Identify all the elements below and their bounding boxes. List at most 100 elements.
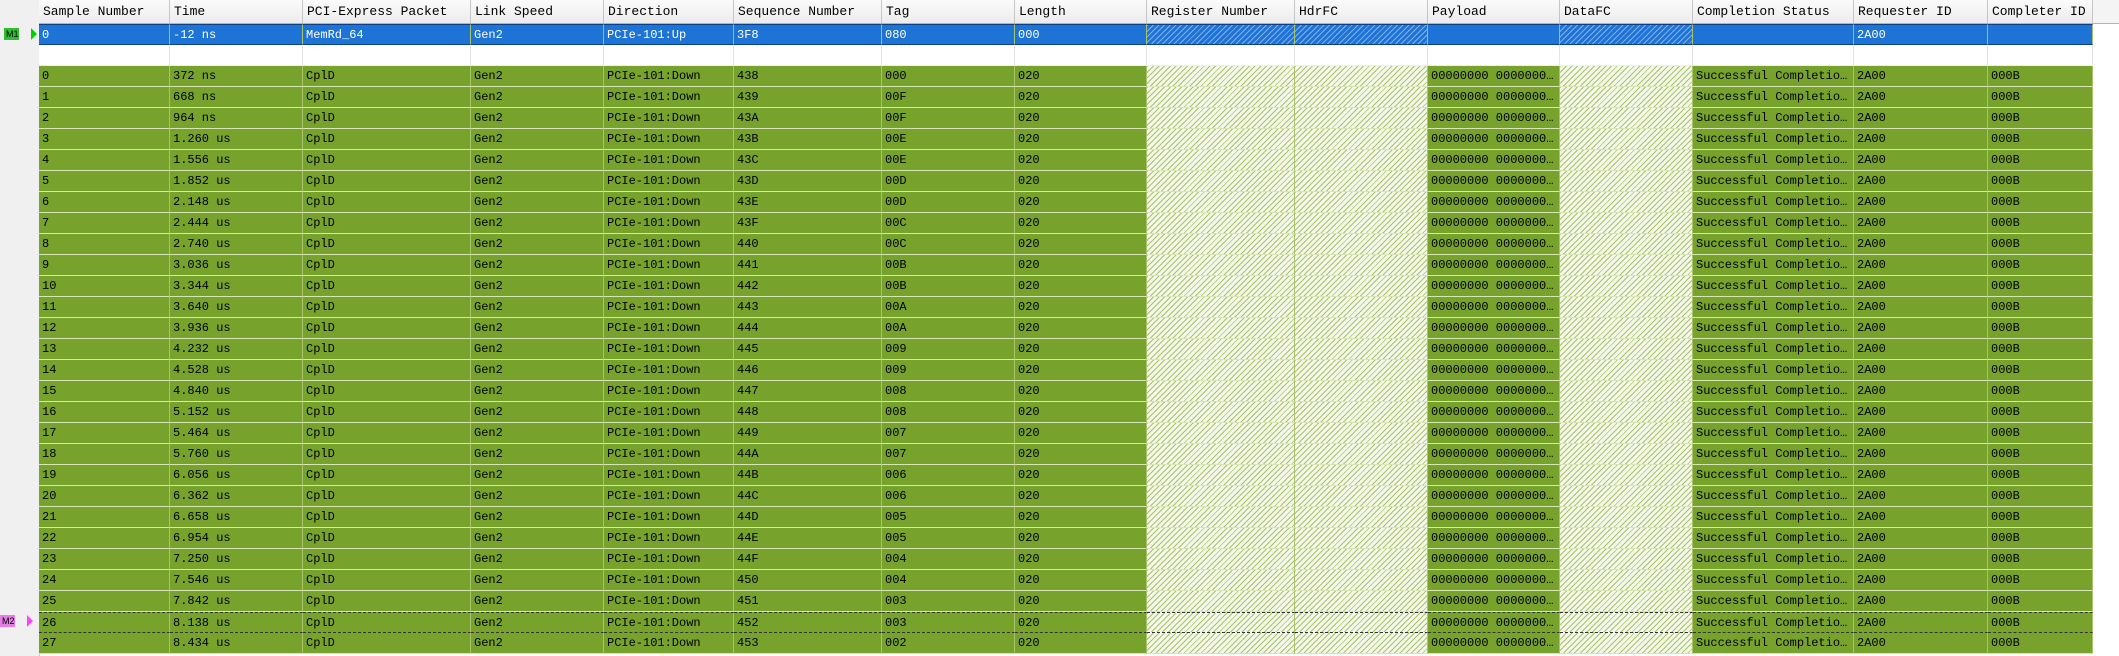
cell-datafc [1560,276,1693,297]
column-header-pci-express-packet[interactable]: PCI-Express Packet [303,0,471,23]
column-header-payload[interactable]: Payload [1428,0,1560,23]
marker-m1[interactable]: M1 [4,28,37,40]
column-header-hdrfc[interactable]: HdrFC [1295,0,1428,23]
cell-sequence-number: 450 [734,570,882,591]
column-header-requester-id[interactable]: Requester ID [1854,0,1988,23]
table-row[interactable]: 10 3.344 us CplD Gen2 PCIe-101:Down 442 00B 020… [39,276,2119,297]
table-row-selected[interactable]: 0 -12 ns MemRd_64 Gen2 PCIe-101:Up 3F8 080 000 2… [39,24,2119,45]
cell-time: 7.546 us [170,570,303,591]
column-header-register-number[interactable]: Register Number [1147,0,1295,23]
cell-tag [882,45,1015,66]
column-header-tag[interactable]: Tag [882,0,1015,23]
table-row[interactable]: 0 372 ns CplD Gen2 PCIe-101:Down 438 000 020 000… [39,66,2119,87]
table-row[interactable]: 6 2.148 us CplD Gen2 PCIe-101:Down 43E 00D 020 0… [39,192,2119,213]
cell-datafc [1560,24,1693,45]
cell-requester-id: 2A00 [1854,276,1988,297]
column-header-length[interactable]: Length [1015,0,1147,23]
cell-pci-express-packet: CplD [303,339,471,360]
column-header-completer-id[interactable]: Completer ID [1988,0,2093,23]
table-row[interactable]: 26 8.138 us CplD Gen2 PCIe-101:Down 452 003 020… [39,612,2119,633]
table-row[interactable]: 7 2.444 us CplD Gen2 PCIe-101:Down 43F 00C 020 0… [39,213,2119,234]
cell-link-speed: Gen2 [471,423,604,444]
table-row[interactable]: 19 6.056 us CplD Gen2 PCIe-101:Down 44B 006 020… [39,465,2119,486]
cell-length: 020 [1015,381,1147,402]
cell-sequence-number: 441 [734,255,882,276]
table-row[interactable]: 15 4.840 us CplD Gen2 PCIe-101:Down 447 008 020… [39,381,2119,402]
table-row[interactable]: 20 6.362 us CplD Gen2 PCIe-101:Down 44C 006 020… [39,486,2119,507]
column-header-completion-status[interactable]: Completion Status [1693,0,1854,23]
cell-length [1015,45,1147,66]
marker-m2[interactable]: M2 [0,615,33,627]
table-row[interactable]: 16 5.152 us CplD Gen2 PCIe-101:Down 448 008 020… [39,402,2119,423]
cell-pci-express-packet: CplD [303,591,471,612]
cell-direction: PCIe-101:Down [604,297,734,318]
column-header-sample-number[interactable]: Sample Number [39,0,170,23]
cell-completion-status: Successful Completio… [1693,528,1854,549]
cell-time: 6.056 us [170,465,303,486]
table-row[interactable]: 8 2.740 us CplD Gen2 PCIe-101:Down 440 00C 020 0… [39,234,2119,255]
cell-completer-id: 000B [1988,507,2093,528]
table-row[interactable]: 13 4.232 us CplD Gen2 PCIe-101:Down 445 009 020… [39,339,2119,360]
cell-hdrfc [1295,234,1428,255]
cell-link-speed: Gen2 [471,486,604,507]
table-row[interactable]: 4 1.556 us CplD Gen2 PCIe-101:Down 43C 00E 020 0… [39,150,2119,171]
table-row[interactable]: 11 3.640 us CplD Gen2 PCIe-101:Down 443 00A 020… [39,297,2119,318]
table-row-spacer[interactable] [39,45,2119,66]
cell-requester-id: 2A00 [1854,108,1988,129]
cell-time [170,45,303,66]
table-row[interactable]: 21 6.658 us CplD Gen2 PCIe-101:Down 44D 005 020… [39,507,2119,528]
cell-link-speed: Gen2 [471,633,604,654]
table-row[interactable]: 9 3.036 us CplD Gen2 PCIe-101:Down 441 00B 020 0… [39,255,2119,276]
cell-hdrfc [1295,549,1428,570]
cell-direction: PCIe-101:Down [604,360,734,381]
cell-sample-number: 12 [39,318,170,339]
table-row[interactable]: 14 4.528 us CplD Gen2 PCIe-101:Down 446 009 020… [39,360,2119,381]
column-header-link-speed[interactable]: Link Speed [471,0,604,23]
cell-requester-id: 2A00 [1854,423,1988,444]
cell-tag: 003 [882,612,1015,633]
cell-requester-id: 2A00 [1854,339,1988,360]
column-header-time[interactable]: Time [170,0,303,23]
table-row[interactable]: 23 7.250 us CplD Gen2 PCIe-101:Down 44F 004 020… [39,549,2119,570]
cell-sample-number: 27 [39,633,170,654]
table-row[interactable]: 25 7.842 us CplD Gen2 PCIe-101:Down 451 003 020… [39,591,2119,612]
cell-requester-id: 2A00 [1854,381,1988,402]
cell-tag: 004 [882,549,1015,570]
cell-datafc [1560,360,1693,381]
cell-sequence-number: 43C [734,150,882,171]
cell-completion-status: Successful Completio… [1693,444,1854,465]
cell-requester-id [1854,45,1988,66]
cell-hdrfc [1295,213,1428,234]
cell-requester-id: 2A00 [1854,633,1988,654]
cell-tag: 005 [882,507,1015,528]
column-header-direction[interactable]: Direction [604,0,734,23]
cell-completer-id: 000B [1988,528,2093,549]
cell-payload: 00000000 0000000… [1428,612,1560,633]
marker-m2-label: M2 [2,616,15,626]
table-row[interactable]: 17 5.464 us CplD Gen2 PCIe-101:Down 449 007 020… [39,423,2119,444]
cell-tag: 080 [882,24,1015,45]
cell-direction: PCIe-101:Down [604,129,734,150]
cell-completion-status: Successful Completio… [1693,486,1854,507]
cell-tag: 00C [882,234,1015,255]
table-row[interactable]: 18 5.760 us CplD Gen2 PCIe-101:Down 44A 007 020… [39,444,2119,465]
table-row[interactable]: 22 6.954 us CplD Gen2 PCIe-101:Down 44E 005 020… [39,528,2119,549]
table-row[interactable]: 24 7.546 us CplD Gen2 PCIe-101:Down 450 004 020… [39,570,2119,591]
column-header-sequence-number[interactable]: Sequence Number [734,0,882,23]
cell-completion-status: Successful Completio… [1693,108,1854,129]
cell-datafc [1560,402,1693,423]
cell-sequence-number: 44F [734,549,882,570]
cell-completion-status: Successful Completio… [1693,402,1854,423]
table-row[interactable]: 27 8.434 us CplD Gen2 PCIe-101:Down 453 002 020… [39,633,2119,654]
table-row[interactable]: 1 668 ns CplD Gen2 PCIe-101:Down 439 00F 020 000… [39,87,2119,108]
table-row[interactable]: 5 1.852 us CplD Gen2 PCIe-101:Down 43D 00D 020 0… [39,171,2119,192]
column-header-datafc[interactable]: DataFC [1560,0,1693,23]
cell-direction: PCIe-101:Down [604,318,734,339]
cell-completer-id: 000B [1988,171,2093,192]
cell-hdrfc [1295,192,1428,213]
cell-payload: 00000000 0000000… [1428,591,1560,612]
table-row[interactable]: 12 3.936 us CplD Gen2 PCIe-101:Down 444 00A 020… [39,318,2119,339]
table-row[interactable]: 2 964 ns CplD Gen2 PCIe-101:Down 43A 00F 020 000… [39,108,2119,129]
table-row[interactable]: 3 1.260 us CplD Gen2 PCIe-101:Down 43B 00E 020 0… [39,129,2119,150]
cell-time: -12 ns [170,24,303,45]
